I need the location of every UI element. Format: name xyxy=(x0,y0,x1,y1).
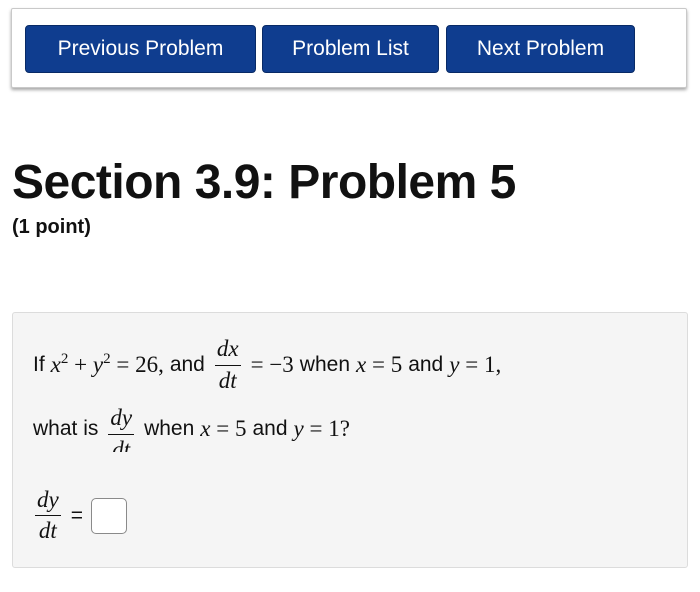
dy-dt-fraction: dy dt xyxy=(106,405,136,452)
answer-dy-dt-fraction: dy dt xyxy=(33,487,63,543)
y-value-2-rhs: = 1? xyxy=(309,416,350,441)
x-value-rhs: = 5 xyxy=(371,352,403,377)
dx-numerator: dx xyxy=(216,336,239,362)
answer-dy: dy xyxy=(37,487,59,512)
dx-dt-fraction: dx dt xyxy=(213,337,243,392)
equals-sign: = xyxy=(70,503,83,527)
problem-nav-bar: Previous Problem Problem List Next Probl… xyxy=(11,8,687,88)
y-value-2: y = 1? xyxy=(293,416,350,441)
dx-dt-value: = −3 xyxy=(250,352,294,377)
x-value-2-rhs: = 5 xyxy=(216,416,247,441)
if-text: If xyxy=(33,353,45,376)
and-text: and xyxy=(169,353,205,376)
x-value: x = 5 xyxy=(356,352,403,377)
answer-dt: dt xyxy=(34,515,61,543)
and-text-3: and xyxy=(252,417,288,440)
dt-denominator: dt xyxy=(214,364,241,393)
x-value-2: x = 5 xyxy=(200,416,247,441)
dt-denominator-clipped: dt xyxy=(108,433,135,452)
problem-list-button[interactable]: Problem List xyxy=(262,25,439,73)
y-value-rhs: = 1, xyxy=(465,352,502,377)
page-title: Section 3.9: Problem 5 xyxy=(12,156,516,209)
equation-circle-rhs: = 26, xyxy=(116,352,164,377)
equation-circle: x2 + y2 = 26, xyxy=(50,351,164,378)
when-text-2: when xyxy=(144,417,195,440)
y-value: y = 1, xyxy=(449,352,502,377)
when-text: when xyxy=(299,353,350,376)
points-label: (1 point) xyxy=(12,216,91,238)
dy-numerator: dy xyxy=(110,405,133,431)
and-text-2: and xyxy=(408,353,444,376)
problem-line-1: If x2 + y2 = 26, and dx dt = −3 when x =… xyxy=(33,331,501,399)
answer-row: dy dt = xyxy=(33,487,127,543)
answer-input[interactable] xyxy=(90,497,127,534)
problem-line-2: what is dy dt when x = 5 and y = 1? xyxy=(33,401,350,457)
problem-statement: If x2 + y2 = 26, and dx dt = −3 when x =… xyxy=(12,312,688,568)
previous-problem-button[interactable]: Previous Problem xyxy=(25,25,256,73)
next-problem-button[interactable]: Next Problem xyxy=(446,25,635,73)
what-is-text: what is xyxy=(33,417,99,440)
